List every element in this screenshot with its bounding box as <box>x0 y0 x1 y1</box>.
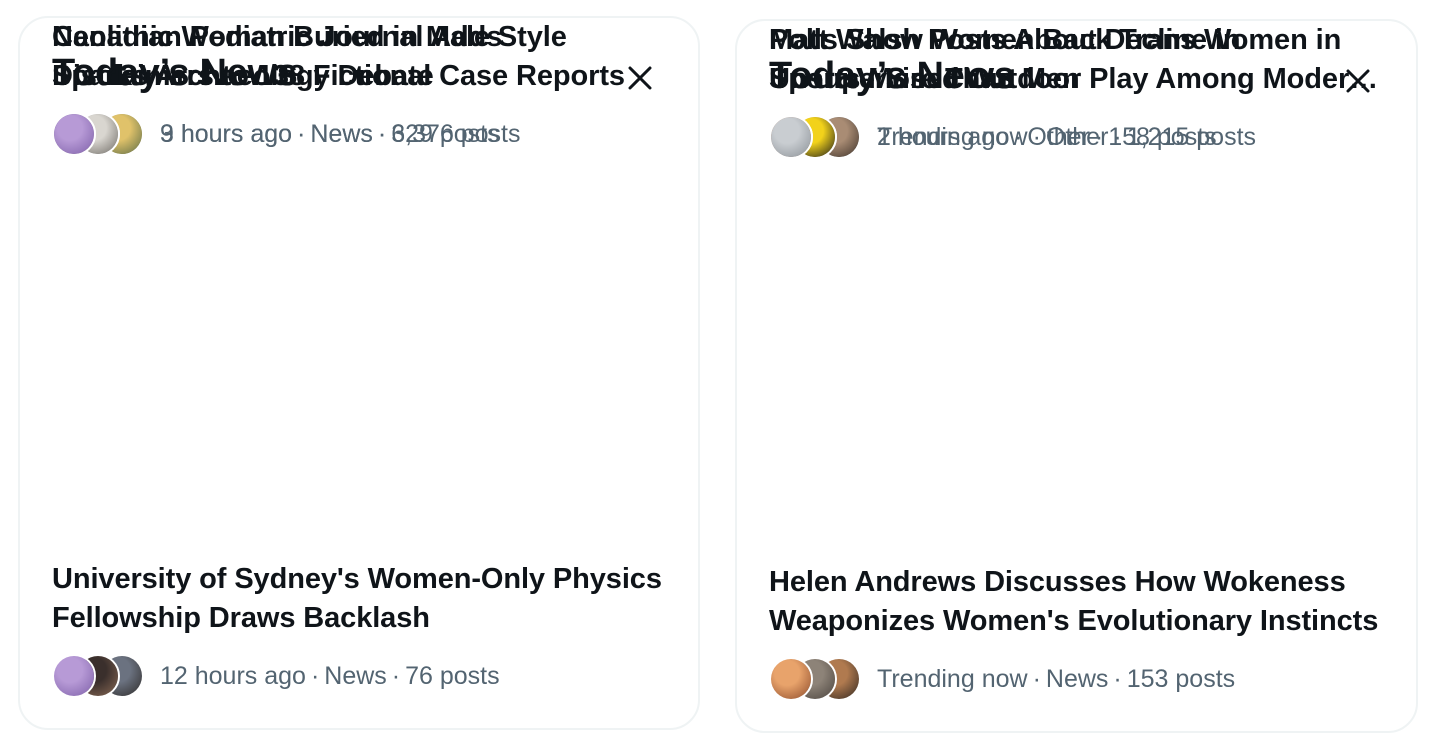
story-meta-row: 12 hours ago · News · 76 posts <box>52 654 670 698</box>
story-meta: Trending now · News · 153 posts <box>877 664 1236 693</box>
avatar <box>769 657 813 701</box>
story-time: 3 hours ago <box>160 119 293 148</box>
avatar-stack <box>769 115 861 159</box>
news-panel-right: Today’s News Helen Andrews Discusses How… <box>735 19 1418 733</box>
story-meta: 12 hours ago · News · 76 posts <box>160 661 500 690</box>
story-post-count: 153 posts <box>1126 664 1236 693</box>
avatar <box>769 115 813 159</box>
story-category: News <box>1045 664 1109 693</box>
news-story[interactable]: Polls Show Women Back Trans Women in Spo… <box>769 21 1388 159</box>
story-meta-row: 2 hours ago · Other · 158 posts <box>769 115 1388 159</box>
story-time: 2 hours ago <box>877 122 1010 151</box>
story-headline: University of Sydney's Women-Only Physic… <box>52 563 662 634</box>
story-post-count: 158 posts <box>1108 122 1217 151</box>
news-story[interactable]: Neolithic Woman Buried in Male Style Spa… <box>52 18 670 156</box>
news-story[interactable]: University of Sydney's Women-Only Physic… <box>52 560 670 698</box>
avatar-stack <box>52 654 144 698</box>
avatar <box>52 112 96 156</box>
avatar-stack <box>769 657 861 701</box>
story-meta: 3 hours ago · News · 629 posts <box>160 119 500 148</box>
story-meta-row: Trending now · News · 153 posts <box>769 657 1388 701</box>
avatar-stack <box>52 112 144 156</box>
story-time: Trending now <box>877 664 1028 693</box>
story-headline: Polls Show Women Back Trans Women in Spo… <box>769 24 1342 95</box>
story-category: News <box>324 661 387 690</box>
story-post-count: 629 posts <box>391 119 500 148</box>
news-story[interactable]: Helen Andrews Discusses How Wokeness Wea… <box>769 563 1388 701</box>
story-headline: Helen Andrews Discusses How Wokeness Wea… <box>769 566 1379 637</box>
avatar <box>52 654 96 698</box>
story-category: Other <box>1027 122 1090 151</box>
story-time: 12 hours ago <box>160 661 306 690</box>
story-meta-row: 3 hours ago · News · 629 posts <box>52 112 670 156</box>
story-headline: Neolithic Woman Buried in Male Style Spa… <box>52 21 567 92</box>
story-category: News <box>310 119 373 148</box>
story-meta: 2 hours ago · Other · 158 posts <box>877 122 1217 151</box>
story-post-count: 76 posts <box>405 661 500 690</box>
news-panel-left: Today’s News University of Sydney's Wome… <box>18 16 700 730</box>
